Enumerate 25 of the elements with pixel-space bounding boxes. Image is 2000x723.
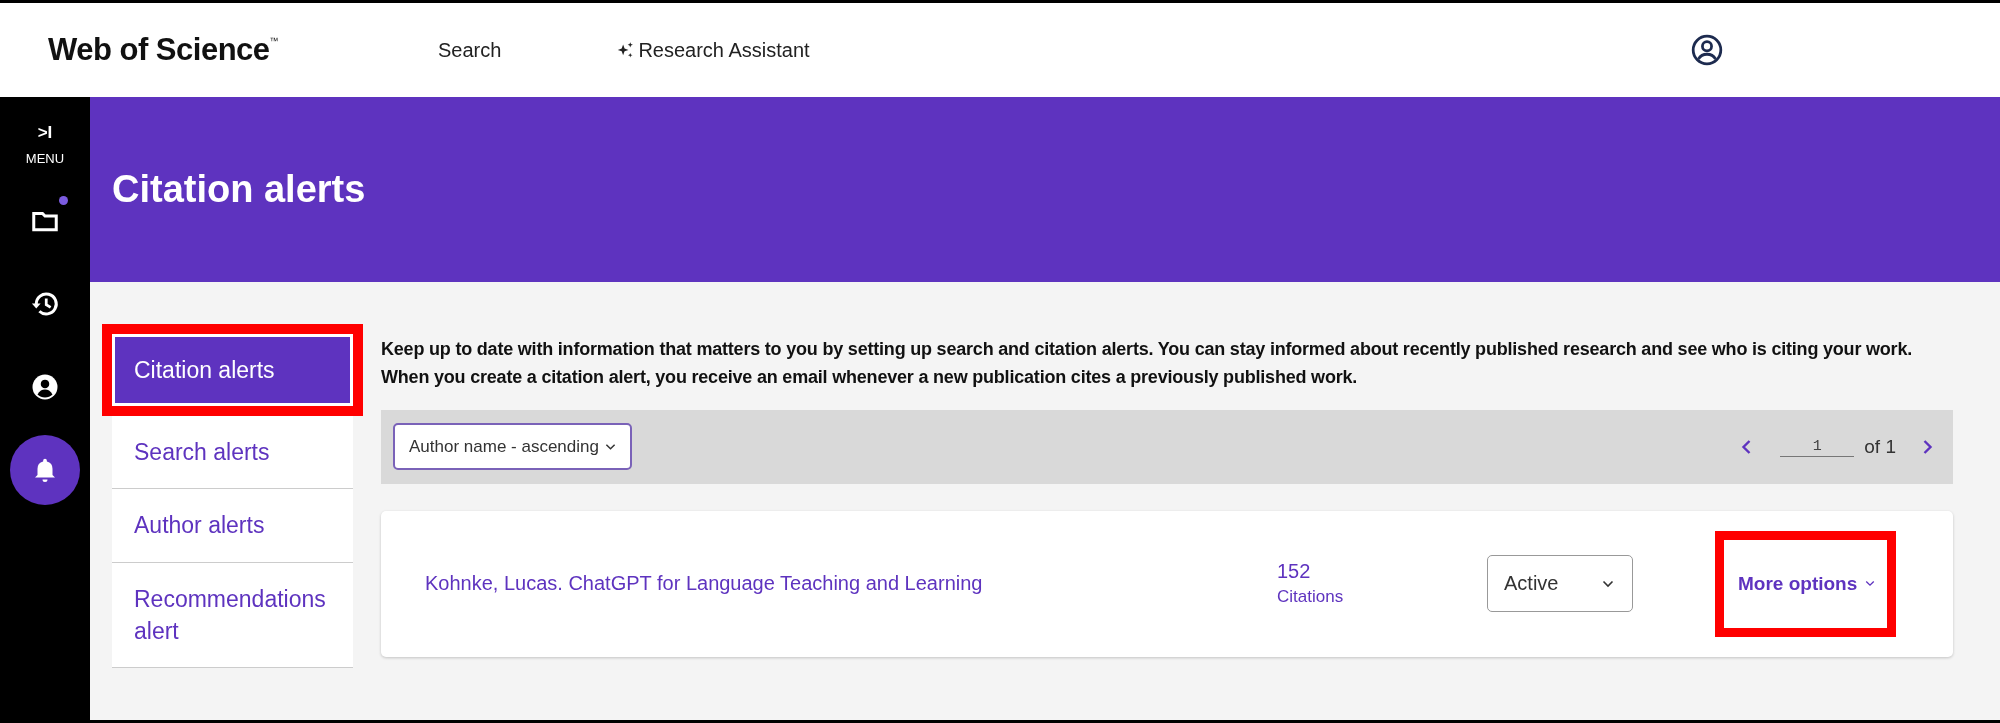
nav-link[interactable]: Research Assistant [616, 38, 810, 62]
status-dropdown[interactable]: Active [1487, 555, 1633, 613]
nav-link[interactable]: Search [438, 38, 502, 62]
alert-type-tab[interactable]: Recommendations alert [112, 562, 353, 668]
chevron-down-icon [1865, 580, 1876, 588]
menu-toggle[interactable]: >I MENU [25, 97, 65, 166]
description-text: Keep up to date with information that matters to you by setting up search and citation alerts. You can stay informed about recently published research and see who is citing your work. When you create a citation alert, you receive an email whenever a new publication cites a previously published work. [381, 338, 1914, 389]
alert-type-tab[interactable]: Search alerts [112, 416, 353, 490]
sort-dropdown[interactable]: Author name - ascending [393, 423, 632, 471]
account-icon [30, 372, 60, 402]
page-title: Citation alerts [112, 168, 366, 211]
citation-count[interactable]: 152 [1277, 560, 1487, 584]
alert-type-tab[interactable]: Author alerts [112, 489, 353, 563]
record-link[interactable]: Kohnke, Lucas. ChatGPT for Language Teaching and Learning [425, 572, 1277, 596]
logo[interactable]: Web of Science$^{™}$ [48, 32, 438, 68]
alert-type-tab[interactable]: Citation alerts [112, 334, 353, 407]
more-options-button[interactable]: More options [1738, 572, 1876, 595]
chevron-down-icon [604, 442, 616, 451]
citations-label[interactable]: Citations [1277, 587, 1487, 608]
page-input[interactable]: 1 [1780, 436, 1855, 457]
next-page-icon[interactable] [1922, 438, 1933, 455]
page-total: of 1 [1864, 435, 1896, 458]
chevron-down-icon [1602, 579, 1614, 588]
account-icon[interactable] [1689, 33, 1724, 67]
previous-page-icon[interactable] [1741, 438, 1753, 455]
